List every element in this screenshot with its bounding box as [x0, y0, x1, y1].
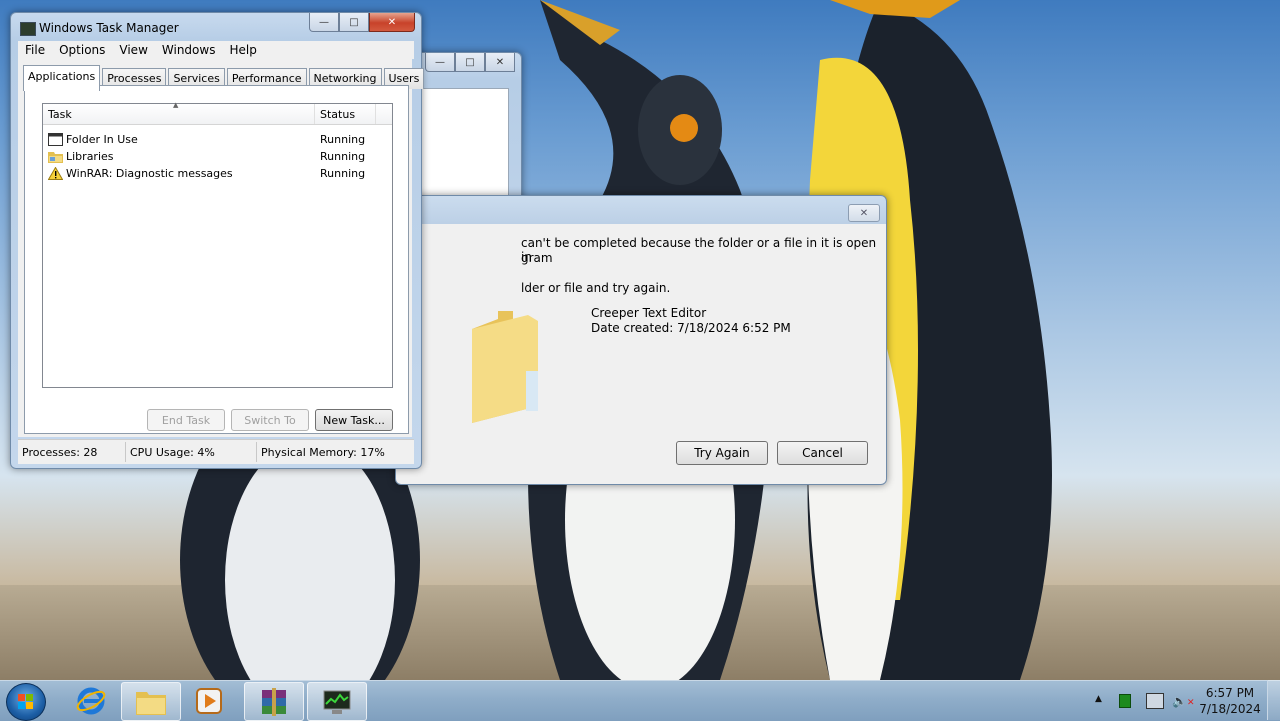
taskbar-internet-explorer[interactable]	[62, 682, 120, 719]
network-icon[interactable]	[1146, 693, 1164, 709]
warning-icon	[48, 167, 63, 180]
taskbar-task-manager[interactable]	[307, 682, 367, 721]
windows-explorer-icon	[136, 691, 166, 715]
menu-windows[interactable]: Windows	[155, 41, 223, 59]
clock-date: 7/18/2024	[1199, 702, 1261, 716]
internet-explorer-icon	[76, 687, 106, 714]
processes-count: Processes: 28	[18, 442, 126, 462]
task-name: Libraries	[66, 150, 114, 163]
clock-time: 6:57 PM	[1205, 686, 1255, 700]
new-task-button[interactable]: New Task...	[315, 409, 393, 431]
column-status-label: Status	[320, 108, 356, 121]
maximize-icon[interactable]: □	[455, 53, 485, 72]
app-tray-icon[interactable]	[1119, 694, 1131, 708]
window-title: Windows Task Manager	[39, 21, 179, 35]
caption-buttons: — □ ✕	[309, 13, 415, 32]
task-status: Running	[320, 167, 366, 180]
taskbar-windows-explorer[interactable]	[121, 682, 181, 721]
background-window-caption-buttons: — □ ✕	[425, 53, 515, 72]
physical-memory: Physical Memory: 17%	[261, 445, 385, 459]
task-name: Folder In Use	[66, 133, 138, 146]
task-name: WinRAR: Diagnostic messages	[66, 167, 233, 180]
close-icon: ✕	[859, 207, 869, 219]
dialog-message-line1: can't be completed because the folder or…	[521, 236, 877, 264]
menu-view[interactable]: View	[112, 41, 154, 59]
task-manager-icon	[20, 22, 36, 36]
folder-icon	[472, 311, 538, 423]
close-icon[interactable]: ✕	[485, 53, 515, 72]
show-hidden-icons-button[interactable]: ▲	[1095, 694, 1102, 704]
cancel-button[interactable]: Cancel	[777, 441, 868, 465]
minimize-icon[interactable]: —	[309, 13, 339, 32]
dialog-message-line2: gram	[521, 251, 553, 265]
task-status: Running	[320, 133, 366, 146]
try-again-button[interactable]: Try Again	[676, 441, 768, 465]
taskbar-media-player[interactable]	[180, 682, 238, 719]
file-name: Creeper Text Editor	[591, 306, 707, 320]
applications-panel: Task ▲ Status Folder In Use Running Libr…	[24, 85, 409, 434]
menu-bar: File Options View Windows Help	[18, 41, 414, 59]
task-list-header: Task ▲ Status	[43, 101, 392, 125]
taskbar-winrar[interactable]	[244, 682, 304, 721]
folder-in-use-dialog[interactable]: ✕ can't be completed because the folder …	[395, 195, 887, 485]
menu-file[interactable]: File	[18, 41, 52, 59]
dialog-close-button[interactable]: ✕	[848, 204, 880, 222]
switch-to-button[interactable]: Switch To	[231, 409, 309, 431]
task-list[interactable]: Task ▲ Status Folder In Use Running Libr…	[42, 101, 393, 388]
menu-options[interactable]: Options	[52, 41, 112, 59]
close-icon[interactable]: ✕	[369, 13, 415, 32]
table-row[interactable]: Folder In Use Running	[43, 131, 392, 148]
volume-muted-icon[interactable]: 🔈✕	[1172, 694, 1195, 708]
dialog-message-line3: lder or file and try again.	[521, 281, 671, 295]
tab-applications[interactable]: Applications	[23, 65, 101, 91]
task-manager-window[interactable]: Windows Task Manager — □ ✕ File Options …	[10, 12, 425, 469]
winrar-icon	[262, 687, 286, 716]
end-task-button[interactable]: End Task	[147, 409, 225, 431]
task-status: Running	[320, 150, 366, 163]
table-row[interactable]: Libraries Running	[43, 148, 392, 165]
taskbar-clock[interactable]: 6:57 PM 7/18/2024	[1198, 685, 1262, 717]
minimize-icon[interactable]: —	[425, 53, 455, 72]
file-date-created: Date created: 7/18/2024 6:52 PM	[591, 321, 791, 335]
column-task-label: Task	[48, 108, 72, 121]
sort-arrow-icon: ▲	[173, 101, 179, 109]
folder-icon	[48, 152, 63, 163]
start-button[interactable]	[6, 683, 46, 721]
windows-logo-icon	[18, 694, 33, 709]
column-status[interactable]: Status	[315, 104, 376, 124]
media-player-icon	[196, 687, 222, 714]
task-manager-icon	[323, 690, 351, 714]
table-row[interactable]: WinRAR: Diagnostic messages Running	[43, 165, 392, 182]
status-bar: Processes: 28 CPU Usage: 4% Physical Mem…	[18, 439, 414, 464]
show-desktop-button[interactable]	[1267, 680, 1280, 720]
maximize-icon[interactable]: □	[339, 13, 369, 32]
menu-help[interactable]: Help	[222, 41, 263, 59]
column-task[interactable]: Task ▲	[43, 101, 315, 124]
cpu-usage: CPU Usage: 4%	[126, 442, 257, 462]
window-icon	[48, 133, 63, 146]
